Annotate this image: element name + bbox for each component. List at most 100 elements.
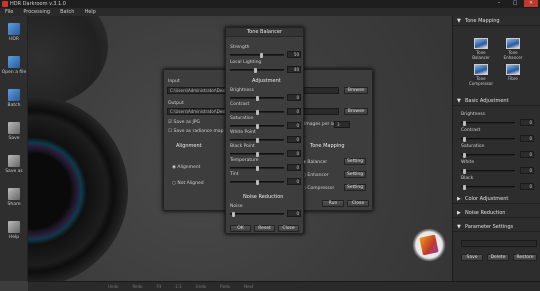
tint-value[interactable]: 0	[287, 178, 301, 185]
tool-open-file[interactable]: Open a file	[0, 49, 28, 82]
strength-value[interactable]: 50	[287, 51, 301, 58]
noise-slider[interactable]	[230, 212, 284, 217]
tb-close-button[interactable]: Close	[278, 225, 299, 232]
local-lighting-value[interactable]: 40	[287, 66, 301, 73]
tb-ok-button[interactable]: OK	[230, 225, 251, 232]
brightness-label: Brightness	[230, 88, 254, 93]
maximize-button[interactable]: □	[508, 0, 522, 7]
rp-brightness-label: Brightness	[461, 112, 485, 117]
not-aligned-radio[interactable]: ○ Not Aligned	[172, 181, 204, 186]
preset-tone-enhancer[interactable]: Tone Enhancer	[499, 38, 527, 60]
basic-adjustment-section-header[interactable]: ▼ Basic Adjustment	[453, 96, 540, 106]
saturation-value[interactable]: 0	[287, 122, 301, 129]
rp-white-slider[interactable]	[461, 169, 515, 174]
menu-help[interactable]: Help	[79, 9, 100, 15]
tm-compressor-setting-button[interactable]: Setting	[344, 184, 366, 191]
tm-compressor-radio[interactable]: ○ Compressor	[302, 186, 334, 191]
saturation-slider[interactable]	[230, 124, 284, 129]
rp-contrast-value[interactable]: 0	[520, 135, 534, 142]
run-button[interactable]: Run	[322, 200, 344, 207]
save-jpg-checkbox[interactable]: ☑ Save as JPG	[168, 120, 200, 125]
rp-black-value[interactable]: 0	[520, 183, 534, 190]
noise-value[interactable]: 0	[287, 210, 301, 217]
expand-icon: ▶	[457, 196, 461, 202]
black-point-label: Black Point	[230, 144, 255, 149]
tone-mapping-section-header[interactable]: ▼ Tone Mapping	[453, 16, 540, 26]
close-button[interactable]: ✕	[524, 0, 538, 7]
brightness-value[interactable]: 0	[287, 94, 301, 101]
menu-file[interactable]: File	[0, 9, 18, 15]
aligned-radio[interactable]: ◉ Alignment	[172, 165, 200, 170]
color-adjustment-section-header[interactable]: ▶ Color Adjustment	[453, 194, 540, 204]
preset-fibre[interactable]: Fibre	[499, 64, 527, 81]
white-point-label: White Point	[230, 130, 256, 135]
preset-tone-compressor[interactable]: Tone Compressor	[467, 64, 495, 86]
next-button[interactable]: Next	[244, 284, 253, 289]
rp-white-label: White	[461, 160, 475, 165]
white-point-value[interactable]: 0	[287, 136, 301, 143]
tm-enhancer-setting-button[interactable]: Setting	[344, 171, 366, 178]
rp-saturation-value[interactable]: 0	[520, 151, 534, 158]
menu-batch[interactable]: Batch	[55, 9, 79, 15]
rp-brightness-value[interactable]: 0	[520, 119, 534, 126]
param-save-button[interactable]: Save	[461, 254, 483, 261]
tm-enhancer-radio[interactable]: ○ Enhancer	[302, 173, 329, 178]
batch-icon	[8, 89, 20, 101]
tool-batch[interactable]: Batch	[0, 82, 28, 115]
brightness-slider[interactable]	[230, 96, 284, 101]
parameter-preset-select[interactable]	[461, 240, 537, 247]
menu-processing[interactable]: Processing	[18, 9, 55, 15]
rp-black-slider[interactable]	[461, 185, 515, 190]
tone-compressor-thumb-icon	[474, 64, 488, 75]
tool-hdr[interactable]: HDR	[0, 16, 28, 49]
rp-saturation-slider[interactable]	[461, 153, 515, 158]
temperature-slider[interactable]	[230, 166, 284, 171]
white-point-slider[interactable]	[230, 138, 284, 143]
strength-slider[interactable]	[230, 53, 284, 58]
expand-icon: ▶	[457, 210, 461, 216]
temperature-value[interactable]: 0	[287, 164, 301, 171]
noise-reduction-header: Noise Reduction	[243, 194, 284, 200]
left-toolbar: HDR Open a file Batch Save Save as Share…	[0, 16, 28, 281]
undo-2-button[interactable]: Undo	[196, 284, 206, 289]
images-per-set-spinner[interactable]: 3	[334, 121, 350, 128]
zoom-1-1-button[interactable]: 1:1	[175, 284, 181, 289]
contrast-value[interactable]: 0	[287, 108, 301, 115]
parameter-settings-section-header[interactable]: ▼ Parameter Settings	[453, 222, 540, 232]
output-label: Output	[168, 101, 184, 106]
contrast-slider[interactable]	[230, 110, 284, 115]
undo-button[interactable]: Undo	[108, 284, 118, 289]
tb-reset-button[interactable]: Reset	[254, 225, 275, 232]
black-point-slider[interactable]	[230, 152, 284, 157]
tool-save-as[interactable]: Save as	[0, 148, 28, 181]
menu-bar: File Processing Batch Help	[0, 8, 540, 16]
tm-balancer-radio[interactable]: ◉ Balancer	[302, 160, 327, 165]
images-per-set-label: Images per set	[304, 122, 338, 127]
output-browse-button[interactable]: Browse	[344, 108, 368, 115]
rp-white-value[interactable]: 0	[520, 167, 534, 174]
rp-contrast-slider[interactable]	[461, 137, 515, 142]
tool-save[interactable]: Save	[0, 115, 28, 148]
fit-button[interactable]: Fit	[157, 284, 162, 289]
tone-balancer-title: Tone Balancer	[226, 28, 303, 37]
local-lighting-slider[interactable]	[230, 68, 284, 73]
rp-brightness-slider[interactable]	[461, 121, 515, 126]
redo-button[interactable]: Redo	[132, 284, 142, 289]
preset-tone-balancer[interactable]: Tone Balancer	[467, 38, 495, 60]
noise-reduction-section-header[interactable]: ▶ Noise Reduction	[453, 208, 540, 218]
tool-help[interactable]: Help	[0, 214, 28, 247]
window-title: HDR Darkroom v.3.1.0	[10, 1, 66, 7]
input-browse-button[interactable]: Browse	[344, 87, 368, 94]
minimize-button[interactable]: –	[492, 0, 506, 7]
batch-close-button[interactable]: Close	[347, 200, 369, 207]
black-point-value[interactable]: 0	[287, 150, 301, 157]
tool-share[interactable]: Share	[0, 181, 28, 214]
tm-balancer-setting-button[interactable]: Setting	[344, 158, 366, 165]
param-delete-button[interactable]: Delete	[487, 254, 509, 261]
hdr-darkroom-logo	[412, 228, 446, 262]
save-icon	[8, 122, 20, 134]
tint-slider[interactable]	[230, 180, 284, 185]
param-restore-button[interactable]: Restore	[513, 254, 537, 261]
adjustment-header: Adjustment	[252, 78, 281, 84]
redo-2-button[interactable]: Redo	[220, 284, 230, 289]
